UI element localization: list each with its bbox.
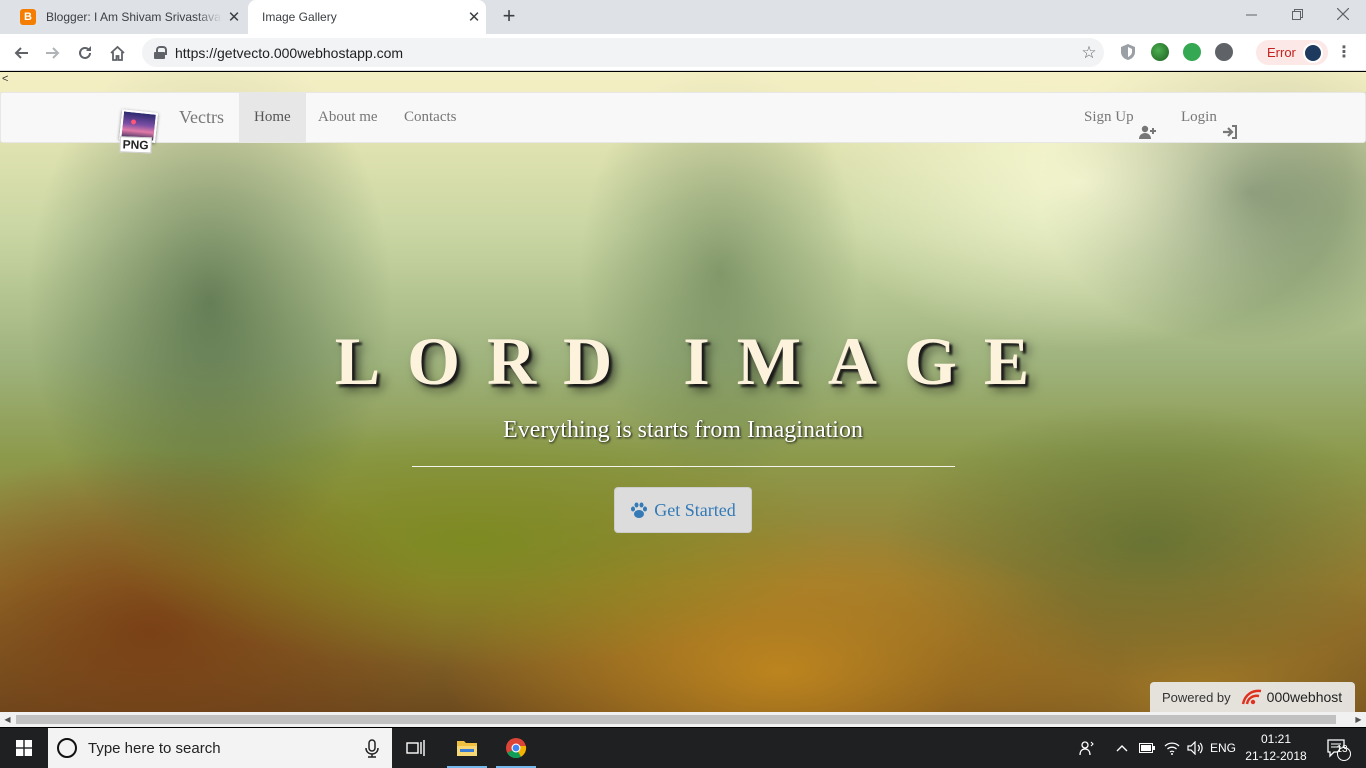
nav-sign-up[interactable]: Sign Up — [1084, 93, 1157, 142]
close-tab-icon[interactable]: ✕ — [222, 8, 246, 26]
globe-extension-icon[interactable] — [1151, 43, 1169, 61]
taskbar-search-box[interactable]: Type here to search — [48, 728, 392, 768]
restore-icon[interactable] — [1274, 0, 1320, 30]
task-view-icon[interactable] — [392, 728, 440, 768]
cortana-icon — [57, 738, 77, 758]
language-indicator[interactable]: ENG — [1208, 728, 1238, 768]
power-extension-icon[interactable] — [1183, 43, 1201, 61]
site-navbar: PNG Vectrs Home About me Contacts Sign U… — [0, 92, 1366, 154]
browser-tab-image-gallery[interactable]: Image Gallery ✕ — [248, 0, 486, 86]
home-icon[interactable] — [104, 40, 130, 66]
close-window-icon[interactable] — [1320, 0, 1366, 30]
microphone-icon[interactable] — [354, 728, 392, 768]
volume-icon[interactable] — [1184, 728, 1206, 768]
error-label: Error — [1267, 45, 1296, 60]
more-menu-icon[interactable]: ⋮ — [1336, 42, 1352, 64]
search-placeholder: Type here to search — [88, 739, 221, 757]
reload-icon[interactable] — [72, 40, 98, 66]
scrollbar-thumb[interactable] — [16, 715, 1336, 724]
lock-icon — [154, 46, 167, 59]
sign-up-label: Sign Up — [1084, 109, 1134, 125]
shield-extension-icon[interactable] — [1119, 43, 1137, 61]
stray-lt-glyph: < — [2, 73, 9, 85]
clock-date: 21-12-2018 — [1245, 749, 1307, 763]
file-explorer-icon[interactable] — [443, 728, 491, 768]
notification-count-badge: 13 — [1336, 743, 1348, 755]
wifi-icon[interactable] — [1162, 728, 1182, 768]
login-label: Login — [1181, 109, 1217, 125]
png-logo[interactable]: PNG — [116, 107, 161, 157]
back-arrow-icon[interactable] — [8, 40, 34, 66]
hero-title: LORD IMAGE — [334, 323, 1057, 399]
tab-title: Blogger: I Am Shivam Srivastava — [46, 10, 221, 24]
nav-home[interactable]: Home — [239, 93, 306, 142]
scroll-right-icon[interactable]: ▶ — [1351, 712, 1366, 727]
scroll-left-icon[interactable]: ◀ — [0, 712, 15, 727]
chevron-up-icon[interactable] — [1112, 728, 1132, 768]
powered-by-label: Powered by — [1162, 689, 1231, 705]
profile-error-button[interactable]: Error — [1256, 40, 1328, 65]
battery-icon[interactable] — [1137, 728, 1157, 768]
windows-taskbar: Type here to search ENG 01:21 21-12-2018… — [0, 728, 1366, 768]
get-started-label: Get Started — [654, 499, 736, 520]
logo-text: PNG — [119, 136, 152, 154]
000webhost-label: 000webhost — [1266, 689, 1343, 705]
close-tab-icon[interactable]: ✕ — [462, 8, 486, 26]
new-tab-button[interactable]: + — [498, 5, 520, 27]
page-viewport: < PNG Vectrs Home About me Contacts Sign… — [0, 72, 1366, 712]
nav-contacts[interactable]: Contacts — [389, 93, 472, 142]
bookmark-star-icon[interactable]: ☆ — [1074, 43, 1104, 63]
taskbar-clock[interactable]: 01:21 21-12-2018 — [1240, 731, 1312, 765]
user-plus-icon — [1138, 111, 1157, 139]
brand-link[interactable]: Vectrs — [179, 93, 224, 142]
sign-in-icon — [1222, 111, 1240, 139]
forward-arrow-icon[interactable] — [40, 40, 66, 66]
nav-login[interactable]: Login — [1181, 93, 1240, 142]
paw-icon — [630, 502, 648, 519]
000webhost-logo-icon — [1241, 688, 1263, 706]
address-bar[interactable]: https://getvecto.000webhostapp.com ☆ — [142, 38, 1104, 67]
hero-divider — [412, 466, 955, 467]
minimize-icon[interactable] — [1228, 0, 1274, 30]
blogger-icon: B — [20, 9, 36, 25]
clock-time: 01:21 — [1260, 732, 1292, 746]
chrome-icon[interactable] — [492, 728, 540, 768]
horizontal-scrollbar[interactable]: ◀ ▶ — [0, 712, 1366, 727]
adblock-extension-icon[interactable] — [1215, 43, 1233, 61]
windows-start-icon[interactable] — [0, 728, 48, 768]
url-text[interactable]: https://getvecto.000webhostapp.com — [175, 45, 1074, 61]
avatar — [1302, 42, 1323, 63]
powered-by-badge[interactable]: Powered by 000webhost — [1150, 682, 1355, 712]
get-started-button[interactable]: Get Started — [614, 487, 752, 533]
nav-about-me[interactable]: About me — [303, 93, 393, 142]
hero-subtitle: Everything is starts from Imagination — [503, 417, 863, 443]
top-strip — [0, 72, 1366, 92]
tab-title: Image Gallery — [262, 10, 337, 24]
browser-toolbar: https://getvecto.000webhostapp.com ☆ Err… — [0, 34, 1366, 71]
browser-tab-blogger[interactable]: B Blogger: I Am Shivam Srivastava ✕ — [10, 0, 246, 34]
browser-tab-strip: B Blogger: I Am Shivam Srivastava ✕ Imag… — [0, 0, 1366, 86]
people-icon[interactable] — [1076, 728, 1098, 768]
